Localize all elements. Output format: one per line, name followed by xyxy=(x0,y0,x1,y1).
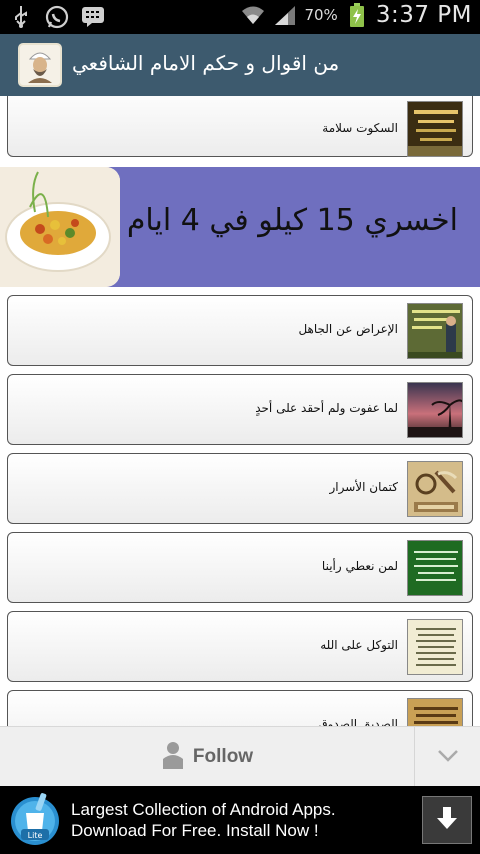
banner-text: اخسري 15 كيلو في 4 ايام xyxy=(126,203,458,238)
wifi-icon xyxy=(240,2,266,28)
list-item[interactable]: لما عفوت ولم أحقد على أحدٍ xyxy=(7,374,473,445)
list-item-label: التوكل على الله xyxy=(320,638,398,652)
ad-line-1: Largest Collection of Android Apps. xyxy=(71,800,336,819)
download-arrow-icon xyxy=(435,805,459,835)
follow-button[interactable]: Follow xyxy=(0,727,414,787)
bbm-icon xyxy=(80,4,106,30)
quotes-list[interactable]: السكوت سلامة اخسري 15 كيلو في 4 ايام الإ… xyxy=(0,96,480,726)
thumbnail-image xyxy=(407,540,463,596)
svg-text:Lite: Lite xyxy=(28,831,43,840)
thumbnail-image xyxy=(407,461,463,517)
follow-bar: Follow xyxy=(0,726,480,787)
clock: 3:37 PM xyxy=(375,2,472,28)
thumbnail-image xyxy=(407,303,463,359)
list-item[interactable]: السكوت سلامة xyxy=(7,96,473,157)
follow-label: Follow xyxy=(192,746,254,767)
list-item[interactable]: لمن نعطي رأينا xyxy=(7,532,473,603)
action-bar: من اقوال و حكم الامام الشافعي xyxy=(0,34,480,96)
thumbnail-image xyxy=(407,382,463,438)
signal-icon xyxy=(272,2,298,28)
lite-app-logo-icon: Lite xyxy=(8,791,62,847)
list-item-label: الإعراض عن الجاهل xyxy=(298,322,398,336)
list-item-label: السكوت سلامة xyxy=(322,121,398,135)
download-button[interactable] xyxy=(422,796,472,844)
diet-ad-banner[interactable]: اخسري 15 كيلو في 4 ايام xyxy=(0,167,480,287)
user-icon xyxy=(161,741,185,773)
expand-button[interactable] xyxy=(415,727,480,787)
status-right-icons: 70% 3:37 PM xyxy=(240,2,472,28)
battery-icon xyxy=(344,2,370,28)
imam-portrait-icon[interactable] xyxy=(18,43,62,87)
ad-text: Largest Collection of Android Apps. Down… xyxy=(71,799,336,841)
thumbnail-image xyxy=(407,101,463,157)
list-item-label: كتمان الأسرار xyxy=(329,480,398,494)
list-item[interactable]: كتمان الأسرار xyxy=(7,453,473,524)
thumbnail-image xyxy=(407,619,463,675)
status-bar: 70% 3:37 PM xyxy=(0,0,480,34)
status-left-icons xyxy=(8,4,106,30)
list-item[interactable]: التوكل على الله xyxy=(7,611,473,682)
battery-percent: 70% xyxy=(304,6,338,24)
whatsapp-icon xyxy=(44,4,70,30)
list-item[interactable]: الصديق الصدوق xyxy=(7,690,473,726)
list-item-label: الصديق الصدوق xyxy=(318,717,398,726)
app-install-ad[interactable]: Lite Largest Collection of Android Apps.… xyxy=(0,786,480,854)
app-title: من اقوال و حكم الامام الشافعي xyxy=(72,51,340,75)
thumbnail-image xyxy=(407,698,463,726)
list-item-label: لمن نعطي رأينا xyxy=(321,559,398,573)
list-item-label: لما عفوت ولم أحقد على أحدٍ xyxy=(255,401,398,415)
chevron-down-icon xyxy=(437,748,459,767)
ad-line-2: Download For Free. Install Now ! xyxy=(71,821,319,840)
usb-icon xyxy=(8,4,34,30)
list-item[interactable]: الإعراض عن الجاهل xyxy=(7,295,473,366)
food-image xyxy=(0,167,120,287)
